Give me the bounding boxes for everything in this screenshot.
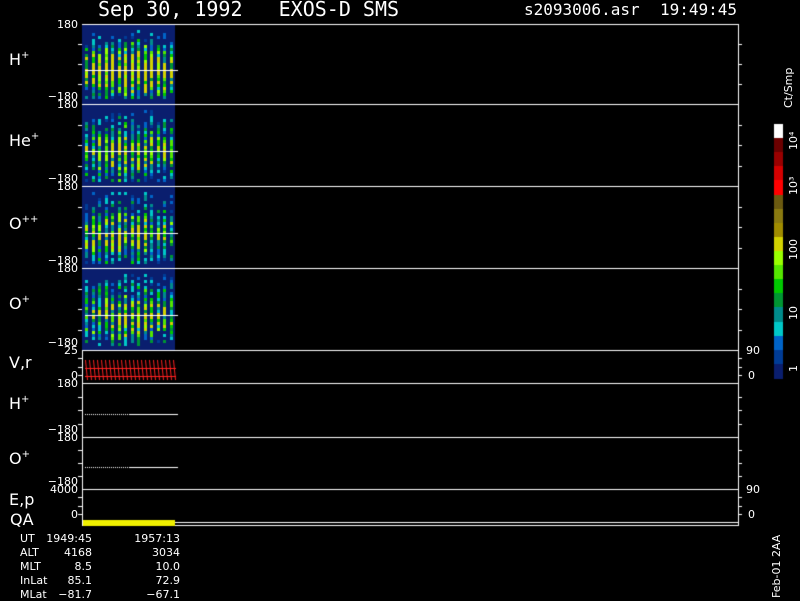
info-end-value: 72.9 <box>155 574 181 587</box>
panel-label-superscript: + <box>21 50 30 61</box>
info-start-value: −81.7 <box>58 588 92 601</box>
file-name: s2093006.asr <box>524 0 640 19</box>
panel-label-main: V,r <box>9 353 32 372</box>
panel-label-superscript: + <box>21 394 30 405</box>
colorbar-tick: 10³ <box>787 176 800 195</box>
panel-label-main: H <box>9 50 22 69</box>
colorbar-unit: Ct/Smp <box>782 67 795 108</box>
right-tick-bottom: 0 <box>748 369 755 382</box>
panel-label: O++ <box>9 214 38 233</box>
right-tick-top: 90 <box>746 344 760 357</box>
panel-label-superscript: + <box>21 449 30 460</box>
info-end-value: 1957:13 <box>134 532 180 545</box>
info-start-value: 8.5 <box>74 560 93 573</box>
right-tick-bottom: 0 <box>748 508 755 521</box>
right-tick-top: 90 <box>746 483 760 496</box>
colorbar-tick: 1 <box>787 365 800 372</box>
panel-label: E,p <box>9 490 34 509</box>
panel-label: He+ <box>9 131 39 150</box>
panel-label-main: O <box>9 449 22 468</box>
panel-label: O+ <box>9 294 30 313</box>
y-tick-top: 4000 <box>50 483 78 496</box>
panel-label-main: E,p <box>9 490 35 509</box>
footer-code: Feb-01 2AA <box>770 534 783 598</box>
info-end-value: 3034 <box>152 546 180 559</box>
panel-label: V,r <box>9 353 32 372</box>
y-tick-top: 180 <box>57 262 78 275</box>
panel-label-main: O <box>9 294 22 313</box>
panel-label-main: O <box>9 214 22 233</box>
info-label: UT <box>20 532 35 545</box>
y-tick-top: 180 <box>57 377 78 390</box>
plot-title: Sep 30, 1992 EXOS-D SMS <box>98 0 400 21</box>
info-end-value: 10.0 <box>155 560 181 573</box>
colorbar-tick: 100 <box>787 239 800 260</box>
panel-label-main: He <box>9 131 31 150</box>
panel-label-superscript: ++ <box>21 214 39 225</box>
colorbar-tick: 10 <box>787 306 800 320</box>
panel-label: O+ <box>9 449 30 468</box>
y-tick-top: 25 <box>64 344 78 357</box>
info-label: MLT <box>20 560 41 573</box>
y-tick-top: 180 <box>57 180 78 193</box>
qa-label: QA <box>10 510 34 529</box>
colorbar-tick: 10⁴ <box>787 131 800 150</box>
info-start-value: 1949:45 <box>46 532 92 545</box>
info-label: InLat <box>20 574 48 587</box>
file-time: 19:49:45 <box>660 0 738 19</box>
info-start-value: 4168 <box>64 546 92 559</box>
panel-label: H+ <box>9 394 29 413</box>
panel-label-superscript: + <box>21 294 30 305</box>
info-label: MLat <box>20 588 47 601</box>
panel-label: H+ <box>9 50 29 69</box>
info-end-value: −67.1 <box>146 588 180 601</box>
info-start-value: 85.1 <box>67 574 93 587</box>
panel-label-superscript: + <box>30 131 40 142</box>
y-tick-top: 180 <box>57 18 78 31</box>
info-label: ALT <box>20 546 39 559</box>
y-tick-bottom: 0 <box>71 508 78 521</box>
panel-label-main: H <box>9 394 22 413</box>
spectrogram-canvas <box>0 0 800 600</box>
y-tick-top: 180 <box>57 431 78 444</box>
y-tick-top: 180 <box>57 98 78 111</box>
